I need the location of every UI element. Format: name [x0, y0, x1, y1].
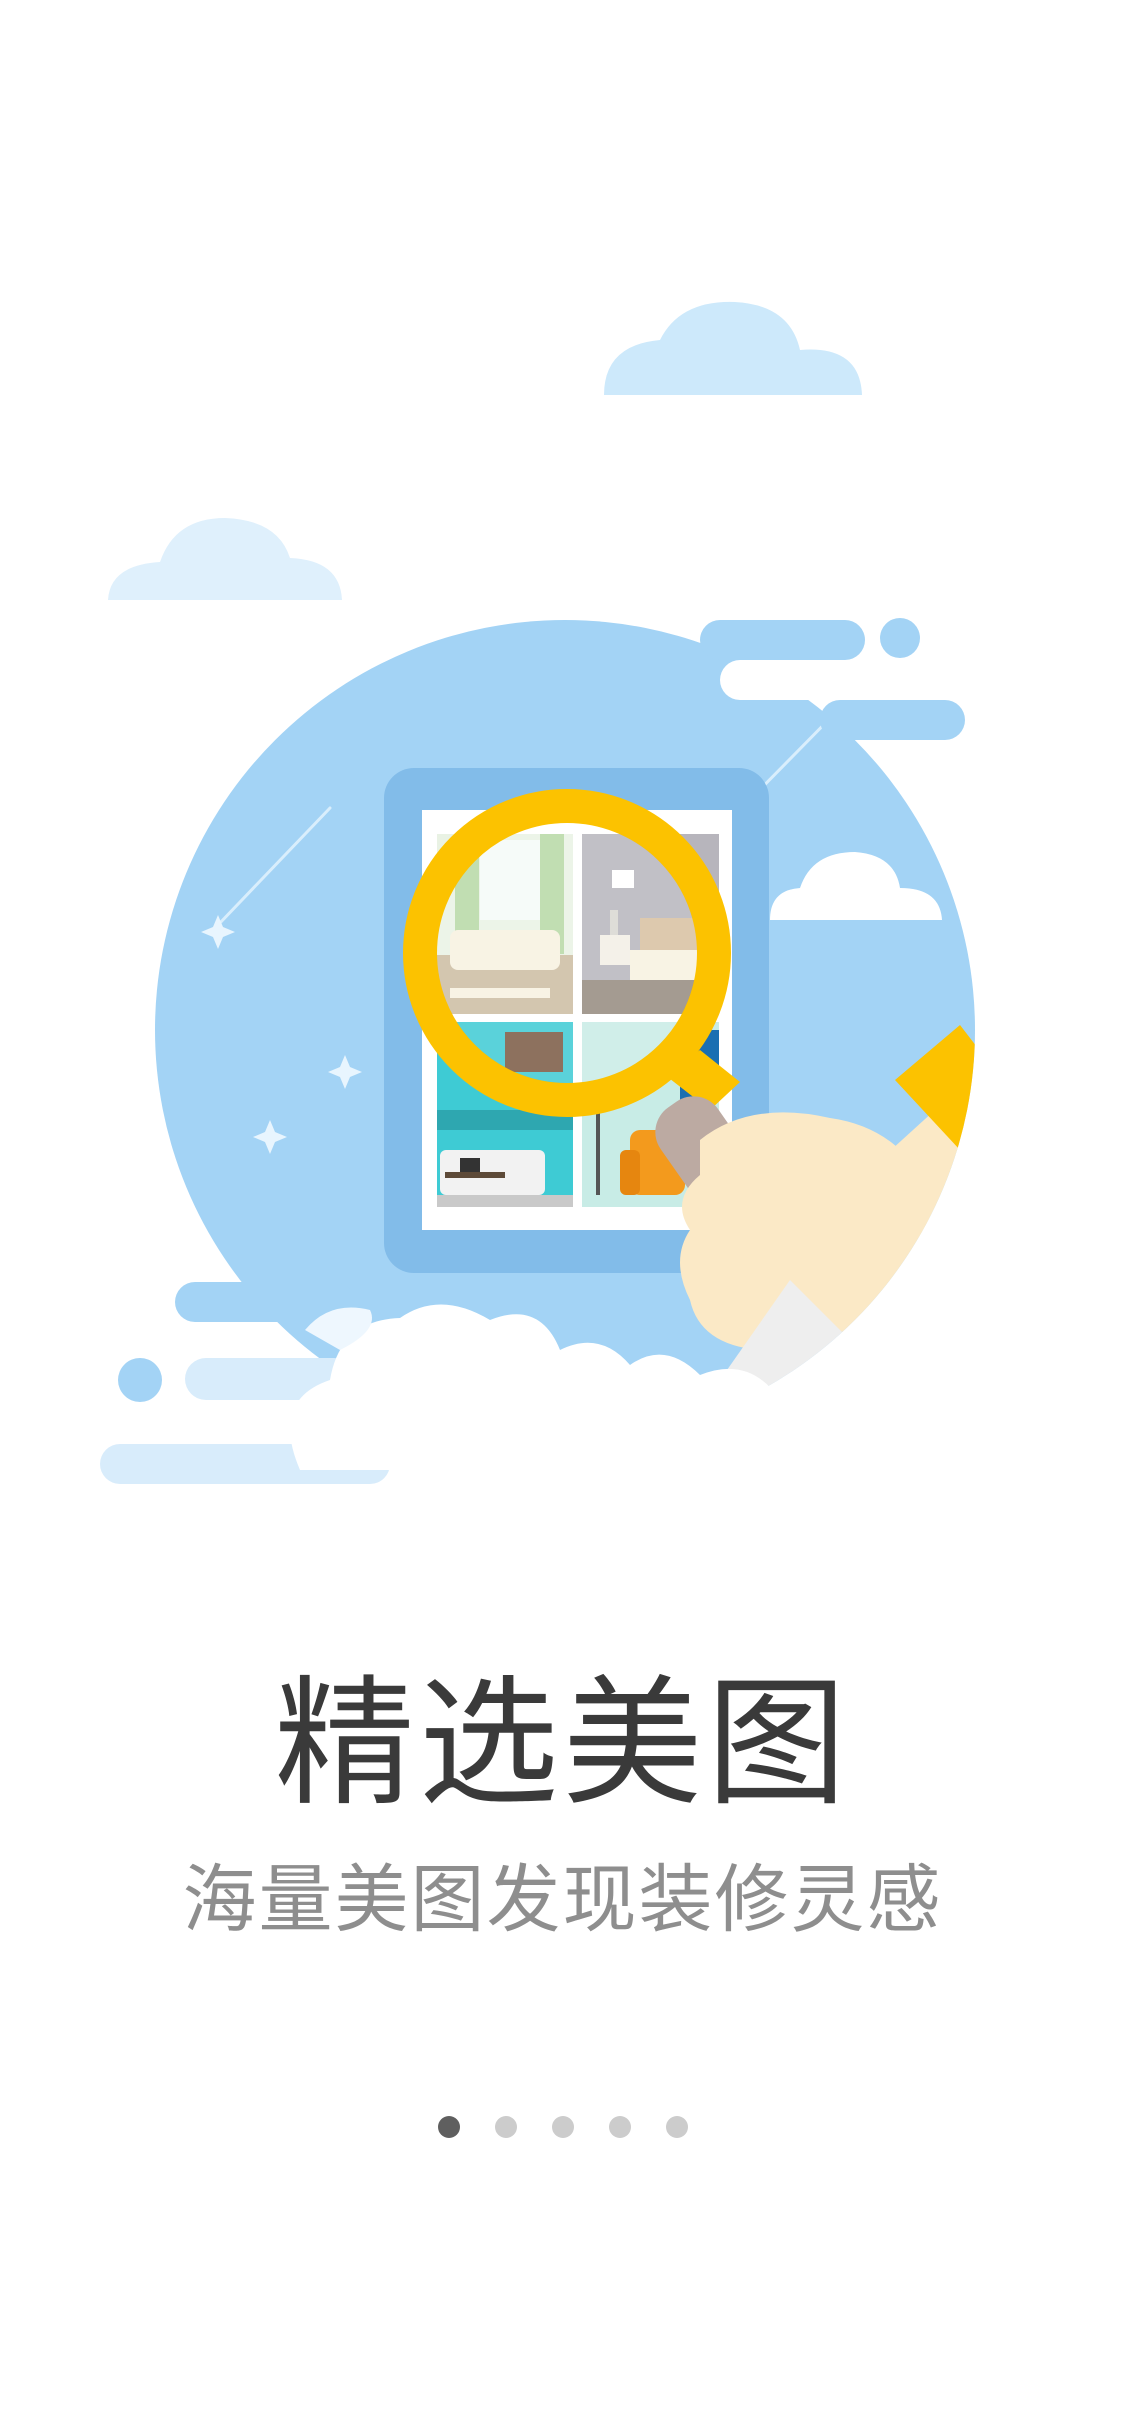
page-indicator-dot-1[interactable]	[437, 2116, 460, 2138]
onboarding-illustration	[100, 301, 975, 1484]
page-indicator-dot-3[interactable]	[551, 2116, 574, 2138]
cloud-top-right	[604, 301, 862, 395]
page-indicator-dot-2[interactable]	[494, 2116, 517, 2138]
page-title: 精选美图	[274, 1663, 851, 1826]
page-indicator	[0, 2115, 1125, 2139]
page-indicator-dot-4[interactable]	[608, 2116, 631, 2138]
cloud-top-left	[108, 518, 342, 600]
page-subtitle: 海量美图发现装修灵感	[182, 1857, 943, 1943]
page-indicator-dot-5[interactable]	[665, 2116, 688, 2138]
